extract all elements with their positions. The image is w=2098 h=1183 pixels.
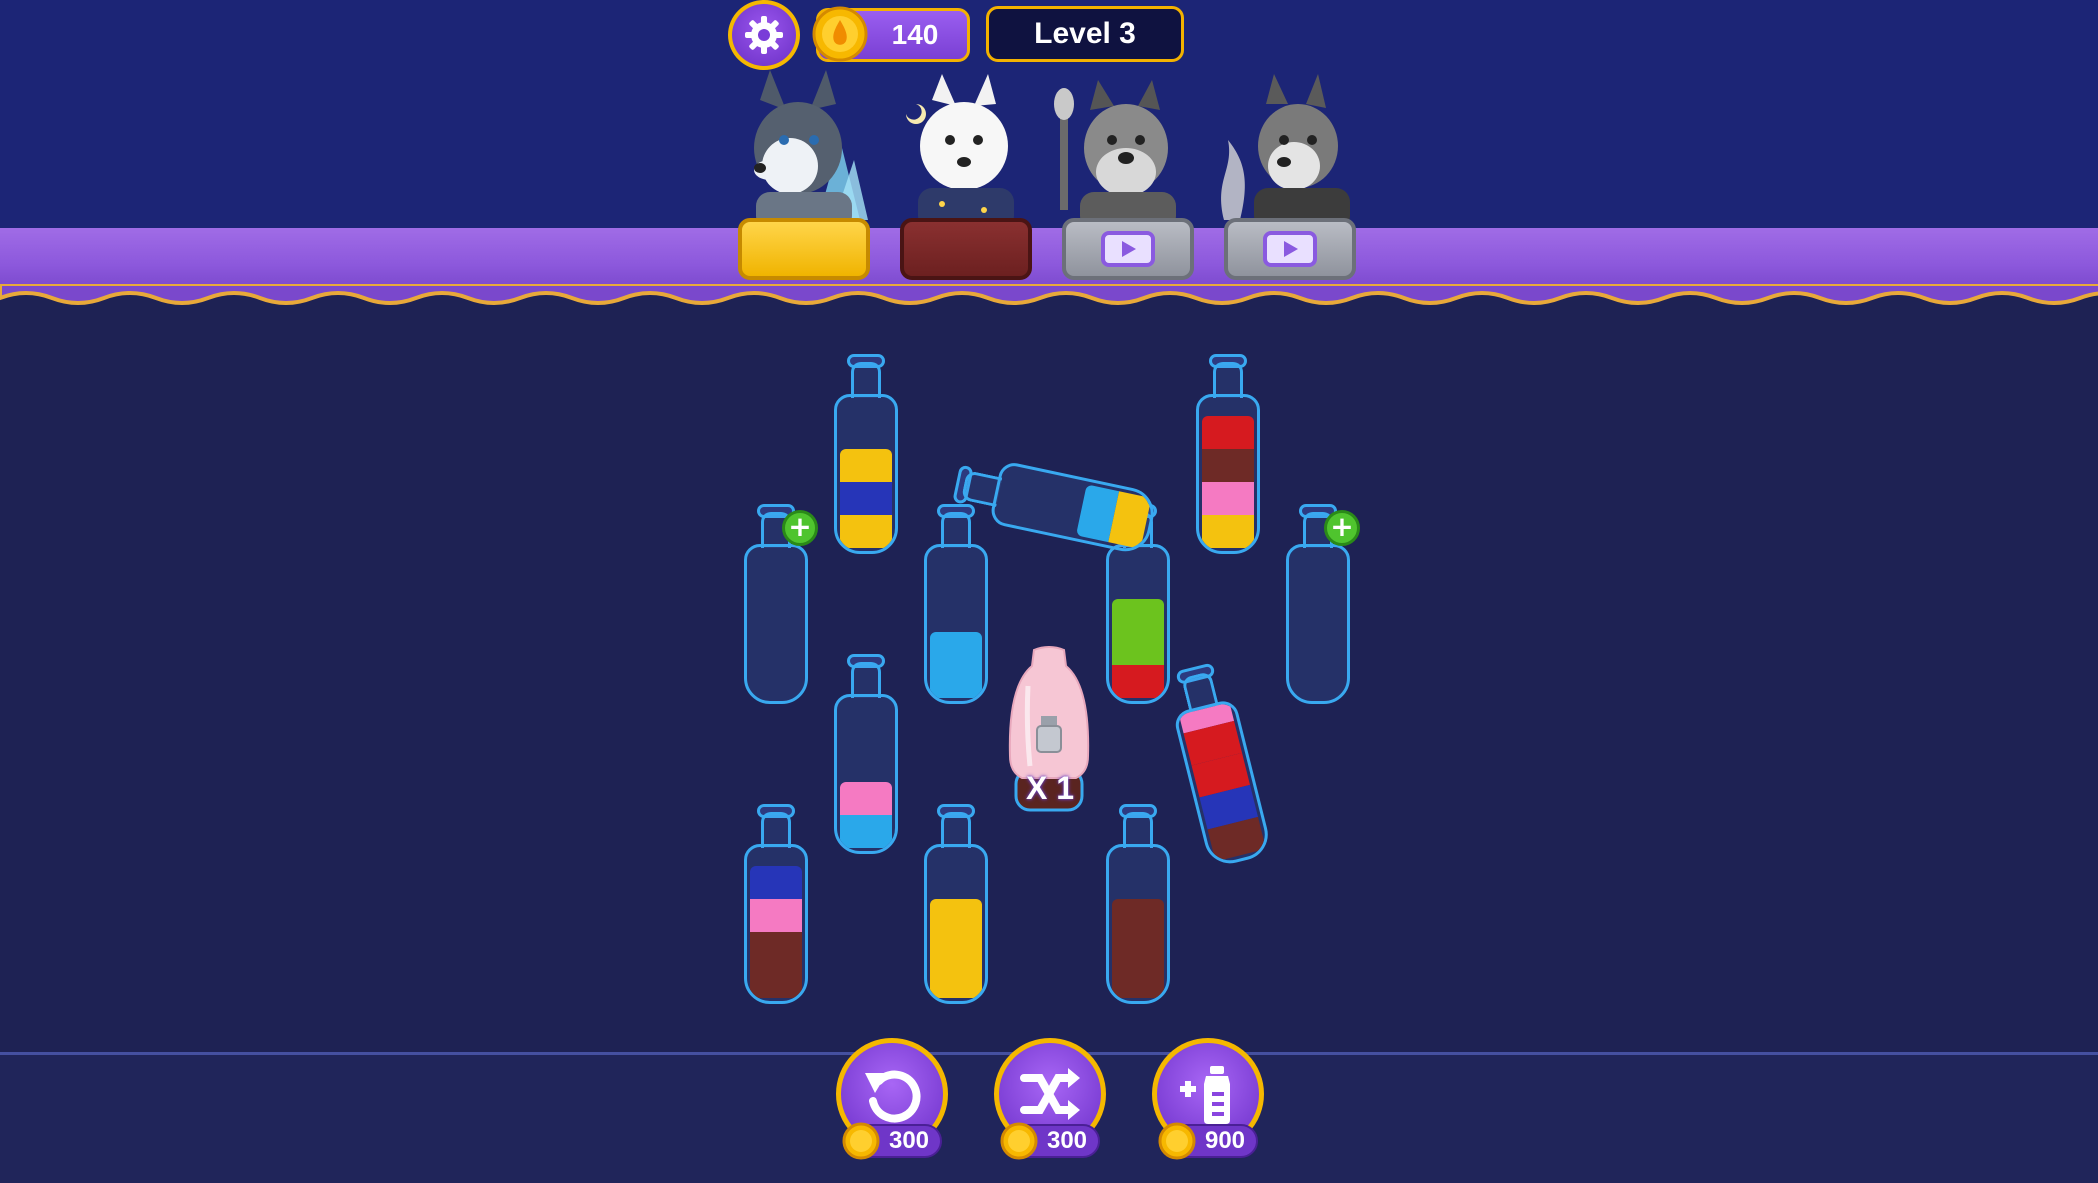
gear-icon [745,16,783,54]
undo-icon [865,1070,921,1123]
liquid-layer-yellow [930,932,982,965]
video-icon [1263,231,1317,267]
undo-price: 300 [842,1122,942,1160]
shiba-icon[interactable] [1214,70,1354,230]
liquid-layer-pink [1202,482,1254,515]
liquid-layer-pink [750,899,802,932]
character-pad-unlocked[interactable] [900,218,1032,280]
liquid-layer-blue [750,866,802,899]
plus-icon[interactable]: + [782,510,818,546]
bottle[interactable] [834,354,898,554]
watch-video-button[interactable] [1062,218,1194,280]
bottle[interactable] [834,654,898,854]
bottle[interactable] [924,504,988,704]
liquid-layer-red [1112,665,1164,698]
bottle[interactable] [924,804,988,1004]
liquid-layer-blue [840,482,892,515]
bottle-tilted[interactable] [1163,659,1274,869]
coin-icon [1158,1122,1196,1160]
coin-icon [842,1122,880,1160]
husky-icon[interactable] [730,70,870,230]
liquid-layer-yellow [840,515,892,548]
shuffle-price-value: 300 [1046,1127,1088,1154]
liquid-layer-yellow [930,965,982,998]
hidden-bottle-count: X 1 [1025,770,1075,806]
liquid-layer-lightblue [930,665,982,698]
liquid-layer-green [1112,632,1164,665]
watch-video-button[interactable] [1224,218,1356,280]
shelf-wavy-edge [0,284,2098,305]
liquid-layer-brown [1112,899,1164,932]
shuffle-price: 300 [1000,1122,1100,1160]
samoyed-icon[interactable] [892,70,1032,230]
shuffle-icon [1020,1068,1080,1120]
plus-icon[interactable]: + [1324,510,1360,546]
coin-icon [812,6,868,62]
liquid-layer-brown [1112,932,1164,965]
liquid-layer-brown [1112,965,1164,998]
liquid-layer-yellow [1202,515,1254,548]
schnauzer-icon[interactable] [1054,70,1194,230]
undo-price-value: 300 [888,1127,930,1154]
liquid-layer-brown [750,965,802,998]
liquid-layer-brown [1202,449,1254,482]
bottle[interactable] [1196,354,1260,554]
liquid-layer-brown [750,932,802,965]
level-indicator: Level 3 [986,6,1184,62]
bottle[interactable] [1106,804,1170,1004]
coin-icon [1000,1122,1038,1160]
add-bottle-price-value: 900 [1204,1127,1246,1154]
add-bottle-icon [1180,1066,1230,1124]
liquid-layer-yellow [930,899,982,932]
add-bottle-price: 900 [1158,1122,1258,1160]
liquid-layer-red [1202,416,1254,449]
liquid-layer-yellow [840,449,892,482]
bottle[interactable] [744,804,808,1004]
video-icon [1101,231,1155,267]
liquid-layer-lightblue [930,632,982,665]
character-pad-selected[interactable] [738,218,870,280]
liquid-layer-lightblue [840,815,892,848]
settings-button[interactable] [728,0,800,70]
liquid-layer-green [1112,599,1164,632]
character-shelf [0,228,2098,290]
coin-count: 140 [891,19,939,50]
liquid-layer-pink [840,782,892,815]
